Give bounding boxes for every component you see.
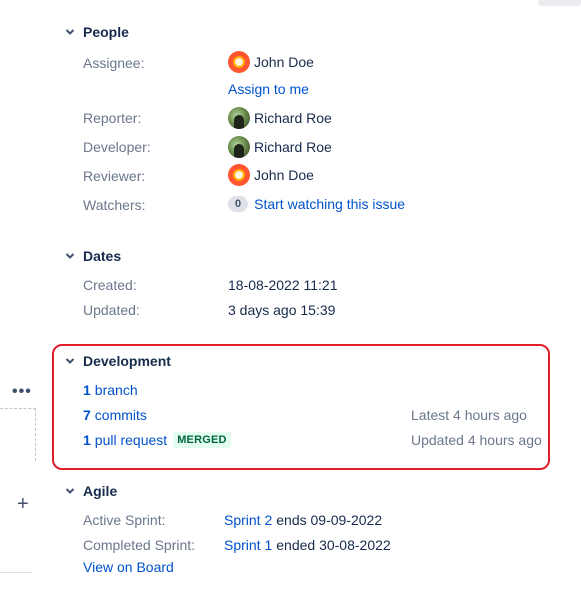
commits-count: 7 <box>83 407 91 423</box>
more-icon[interactable]: ••• <box>12 384 32 400</box>
assignee-label: Assignee: <box>83 55 145 71</box>
completed-sprint-suffix: ended 30-08-2022 <box>276 537 391 553</box>
commits-label: commits <box>94 407 147 423</box>
chevron-down-icon <box>63 249 77 263</box>
branch-count: 1 <box>83 382 91 398</box>
pull-request-label: pull request <box>94 432 168 448</box>
updated-label: Updated: <box>83 302 140 318</box>
assignee-value[interactable]: John Doe <box>228 51 314 73</box>
created-value: 18-08-2022 11:21 <box>228 277 338 293</box>
pull-request-count: 1 <box>83 432 91 448</box>
avatar <box>228 164 250 186</box>
avatar <box>228 51 250 73</box>
top-right-tab <box>538 0 581 6</box>
commits-meta: Latest 4 hours ago <box>411 407 527 423</box>
active-sprint-value: Sprint 2 ends 09-09-2022 <box>224 512 382 528</box>
watchers-count-badge: 0 <box>228 196 249 212</box>
section-title: People <box>83 24 129 40</box>
people-section-header[interactable]: People <box>63 24 129 40</box>
branch-link[interactable]: 1 branch <box>83 382 138 398</box>
plus-icon[interactable]: + <box>17 494 29 514</box>
start-watching-link[interactable]: Start watching this issue <box>254 196 405 212</box>
avatar <box>228 136 250 158</box>
chevron-down-icon <box>63 354 77 368</box>
reviewer-name: John Doe <box>254 167 314 183</box>
completed-sprint-value: Sprint 1 ended 30-08-2022 <box>224 537 391 553</box>
commits-link[interactable]: 7 commits <box>83 407 147 423</box>
active-sprint-suffix: ends 09-09-2022 <box>276 512 383 528</box>
view-on-board-link[interactable]: View on Board <box>83 559 174 575</box>
reviewer-value[interactable]: John Doe <box>228 164 314 186</box>
reporter-label: Reporter: <box>83 110 142 126</box>
dates-section-header[interactable]: Dates <box>63 248 121 264</box>
pull-request-link[interactable]: 1 pull request MERGED <box>83 432 231 448</box>
watchers-value: 0 Start watching this issue <box>228 196 405 212</box>
completed-sprint-label: Completed Sprint: <box>83 537 196 553</box>
created-label: Created: <box>83 277 137 293</box>
agile-section-header[interactable]: Agile <box>63 483 117 499</box>
left-divider-line <box>0 572 33 573</box>
section-title: Development <box>83 353 171 369</box>
chevron-down-icon <box>63 25 77 39</box>
branch-label: branch <box>94 382 138 398</box>
avatar <box>228 107 250 129</box>
watchers-label: Watchers: <box>83 197 146 213</box>
assign-to-me-link[interactable]: Assign to me <box>228 81 309 97</box>
developer-value[interactable]: Richard Roe <box>228 136 332 158</box>
assignee-name: John Doe <box>254 54 314 70</box>
pull-request-meta: Updated 4 hours ago <box>411 432 542 448</box>
chevron-down-icon <box>63 484 77 498</box>
developer-label: Developer: <box>83 139 151 155</box>
developer-name: Richard Roe <box>254 139 332 155</box>
active-sprint-link[interactable]: Sprint 2 <box>224 512 272 528</box>
reporter-name: Richard Roe <box>254 110 332 126</box>
section-title: Dates <box>83 248 122 264</box>
reporter-value[interactable]: Richard Roe <box>228 107 332 129</box>
updated-value: 3 days ago 15:39 <box>228 302 336 318</box>
reviewer-label: Reviewer: <box>83 168 146 184</box>
development-section-header[interactable]: Development <box>63 353 171 369</box>
left-panel-placeholder <box>0 408 36 461</box>
completed-sprint-link[interactable]: Sprint 1 <box>224 537 272 553</box>
section-title: Agile <box>83 483 118 499</box>
active-sprint-label: Active Sprint: <box>83 512 166 528</box>
merged-status-badge: MERGED <box>173 432 231 448</box>
